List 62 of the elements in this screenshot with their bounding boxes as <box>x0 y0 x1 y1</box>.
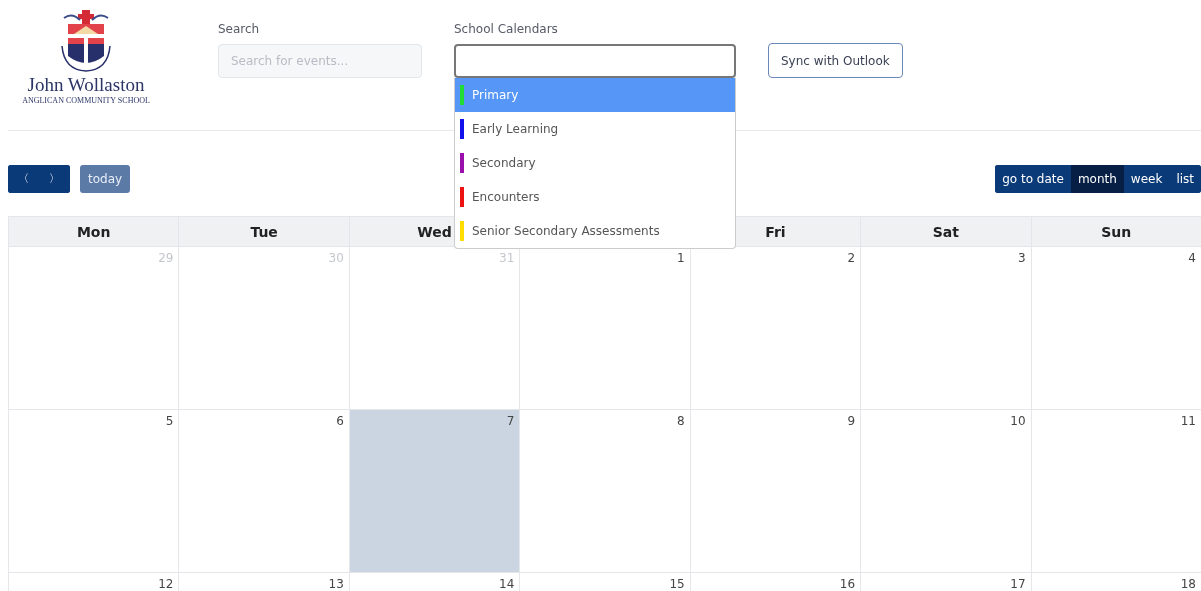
day-number: 2 <box>847 251 856 265</box>
day-number: 4 <box>1188 251 1196 265</box>
option-label: Secondary <box>472 156 536 170</box>
calendar-option[interactable]: Secondary <box>455 146 735 180</box>
day-number: 18 <box>1180 577 1196 591</box>
option-label: Primary <box>472 88 519 102</box>
day-cell[interactable]: 15 <box>520 573 691 591</box>
day-number: 15 <box>669 577 685 591</box>
calendar-option[interactable]: Encounters <box>455 180 735 214</box>
weekday-header: Tue <box>179 217 350 246</box>
day-number: 17 <box>1010 577 1026 591</box>
day-cell[interactable]: 14 <box>349 573 521 591</box>
day-number: 10 <box>1010 414 1026 428</box>
day-cell[interactable]: 16 <box>690 573 862 591</box>
day-number: 31 <box>499 251 515 265</box>
calendars-label: School Calendars <box>454 22 559 36</box>
day-cell[interactable]: 3 <box>861 247 1032 409</box>
day-number: 3 <box>1017 251 1026 265</box>
day-cell[interactable]: 13 <box>179 573 350 591</box>
today-day-cell[interactable]: 7 <box>349 410 521 572</box>
day-cell[interactable]: 2 <box>690 247 862 409</box>
day-cell[interactable]: 1 <box>520 247 691 409</box>
day-cell[interactable]: 17 <box>861 573 1032 591</box>
day-number: 29 <box>158 251 174 265</box>
day-number: 1 <box>677 251 685 265</box>
today-button[interactable]: today <box>80 164 131 193</box>
search-field[interactable]: Search for events... <box>218 44 422 78</box>
day-cell[interactable]: 8 <box>520 410 691 572</box>
option-label: Senior Secondary Assessments <box>472 224 660 238</box>
school-logo[interactable]: John Wollaston ANGLICAN COMMUNITY SCHOOL <box>0 0 172 105</box>
day-number: 5 <box>165 414 174 428</box>
calendars-select[interactable] <box>454 44 736 78</box>
day-cell[interactable]: 10 <box>861 410 1032 572</box>
day-cell[interactable]: 5 <box>9 410 180 572</box>
day-number: 7 <box>506 414 515 428</box>
logo-subtitle: ANGLICAN COMMUNITY SCHOOL <box>22 96 150 105</box>
logo-name: John Wollaston <box>27 74 145 96</box>
weekday-header: Sat <box>861 217 1032 246</box>
weekday-header: Sun <box>1031 217 1201 246</box>
day-cell[interactable]: 12 <box>9 573 180 591</box>
day-number: 16 <box>839 577 856 591</box>
day-number: 12 <box>158 577 174 591</box>
search-label: Search <box>218 22 261 36</box>
day-cell[interactable]: 4 <box>1031 247 1201 409</box>
calendar-option[interactable]: Early Learning <box>455 112 735 146</box>
day-cell[interactable]: 6 <box>179 410 350 572</box>
crest-icon <box>58 10 114 72</box>
option-label: Encounters <box>472 190 540 204</box>
day-cell[interactable]: 11 <box>1031 410 1201 572</box>
sync-button[interactable]: Sync with Outlook <box>768 43 903 78</box>
day-number: 6 <box>336 414 344 428</box>
day-cell[interactable]: 18 <box>1031 573 1201 591</box>
day-cell[interactable]: 9 <box>690 410 862 572</box>
option-label: Early Learning <box>472 122 559 136</box>
weekday-header: Mon <box>9 217 180 246</box>
day-number: 14 <box>499 577 515 591</box>
day-number: 30 <box>328 251 344 265</box>
day-number: 8 <box>677 414 685 428</box>
day-number: 11 <box>1180 414 1196 428</box>
day-number: 13 <box>328 577 344 591</box>
day-number: 9 <box>847 414 856 428</box>
view-tab[interactable]: month <box>1070 164 1124 193</box>
